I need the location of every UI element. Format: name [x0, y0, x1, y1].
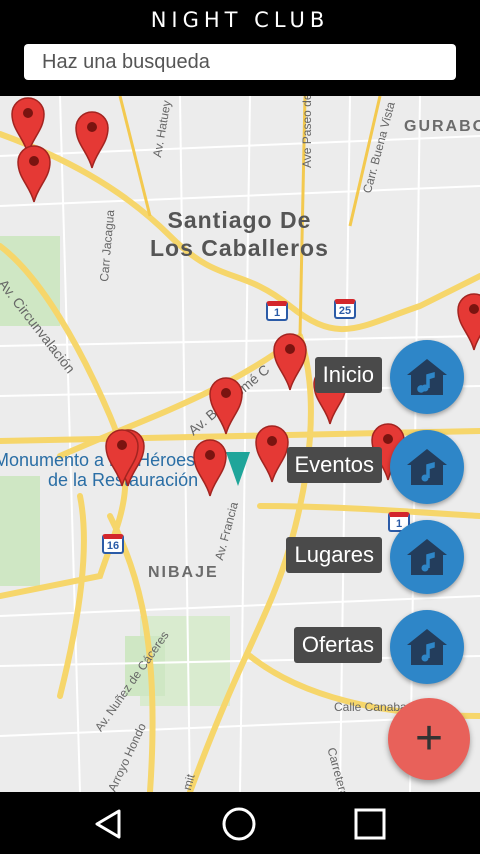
- menu-label-lugares[interactable]: Lugares: [286, 537, 382, 573]
- home-button[interactable]: [219, 804, 259, 844]
- map-pin-icon[interactable]: [16, 142, 52, 204]
- menu-item-eventos[interactable]: Eventos: [164, 430, 464, 504]
- plus-icon: +: [414, 712, 444, 765]
- music-house-icon: [407, 539, 447, 575]
- street-label-paseo: Ave Paseo de: [300, 96, 314, 168]
- music-house-icon: [407, 629, 447, 665]
- recents-button[interactable]: [350, 804, 390, 844]
- map-pin-icon[interactable]: [104, 426, 140, 488]
- menu-item-ofertas[interactable]: Ofertas: [164, 610, 464, 684]
- system-nav-bar: [0, 792, 480, 854]
- highway-shield: 25: [334, 299, 356, 319]
- menu-item-inicio[interactable]: Inicio: [164, 340, 464, 414]
- map-pin-icon[interactable]: [74, 108, 110, 170]
- top-bar: NIGHT CLUB: [0, 0, 480, 96]
- recents-square-icon: [354, 808, 386, 840]
- search-input[interactable]: [24, 44, 456, 80]
- eventos-fab-button[interactable]: [390, 430, 464, 504]
- lugares-fab-button[interactable]: [390, 520, 464, 594]
- inicio-fab-button[interactable]: [390, 340, 464, 414]
- music-house-icon: [407, 449, 447, 485]
- home-circle-icon: [222, 807, 256, 841]
- menu-item-lugares[interactable]: Lugares: [164, 520, 464, 594]
- city-label: Santiago De Los Caballeros: [150, 207, 329, 261]
- main-fab-button[interactable]: +: [388, 698, 470, 780]
- ofertas-fab-button[interactable]: [390, 610, 464, 684]
- highway-shield: 16: [102, 534, 124, 554]
- music-house-icon: [407, 359, 447, 395]
- app-title: NIGHT CLUB: [150, 8, 330, 32]
- area-label-gurabo: GURABO: [404, 118, 480, 135]
- menu-label-eventos[interactable]: Eventos: [286, 447, 382, 483]
- menu-label-ofertas[interactable]: Ofertas: [293, 627, 382, 663]
- highway-shield: 1: [266, 301, 288, 321]
- menu-label-inicio[interactable]: Inicio: [314, 357, 382, 393]
- back-button[interactable]: [88, 804, 128, 844]
- back-triangle-icon: [95, 809, 121, 839]
